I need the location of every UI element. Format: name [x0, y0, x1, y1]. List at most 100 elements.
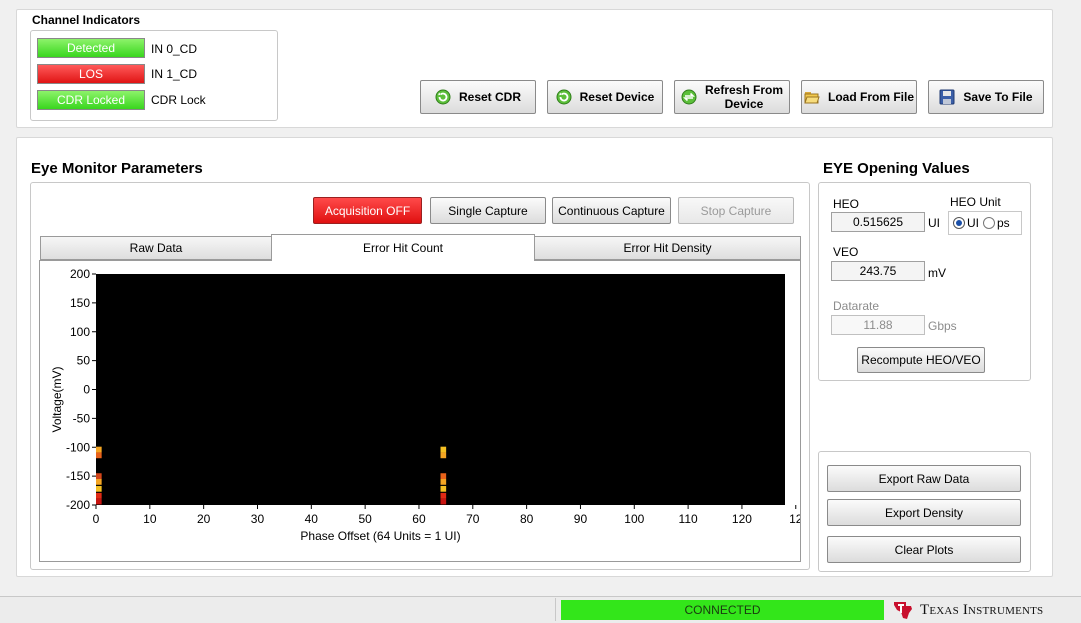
datarate-value-field[interactable]: 11.88 — [831, 315, 925, 335]
refresh-label-line2: Device — [724, 97, 764, 111]
x-tick-label: 10 — [143, 512, 157, 526]
export-raw-label: Export Raw Data — [878, 471, 970, 486]
heatmap-cell — [440, 473, 447, 480]
radio-ps-label: ps — [997, 216, 1010, 230]
y-tick-label: 100 — [70, 325, 90, 339]
heatmap-cell — [440, 498, 447, 505]
indicator-cdr-locked: CDR Locked — [37, 90, 145, 110]
y-tick-label: 200 — [70, 267, 90, 281]
recompute-heo-veo-button[interactable]: Recompute HEO/VEO — [857, 347, 985, 373]
indicator-label-in1: IN 1_CD — [151, 67, 198, 81]
indicator-label-in0: IN 0_CD — [151, 42, 198, 56]
radio-selected-icon — [953, 217, 965, 229]
plot-area — [96, 274, 785, 505]
heatmap-cell — [96, 452, 102, 459]
x-tick-label: 50 — [358, 512, 372, 526]
acquisition-toggle[interactable]: Acquisition OFF — [313, 197, 422, 224]
y-tick-label: -50 — [73, 411, 91, 425]
heatmap-cell — [440, 492, 447, 499]
indicator-detected: Detected — [37, 38, 145, 58]
tab-error-hit-count[interactable]: Error Hit Count — [271, 234, 535, 261]
heo-label: HEO — [833, 197, 860, 211]
error-hit-count-chart: 0 10 20 30 40 50 60 70 80 90 100 110 120 12 200 150 100 5… — [50, 267, 800, 543]
x-tick-label: 20 — [197, 512, 211, 526]
heo-unit-text: UI — [928, 216, 940, 230]
save-to-file-button[interactable]: Save To File — [928, 80, 1044, 114]
eye-monitor-title: Eye Monitor Parameters — [31, 160, 203, 177]
tab-raw-data-label: Raw Data — [129, 241, 183, 255]
indicator-los: LOS — [37, 64, 145, 84]
heo-unit-title: HEO Unit — [950, 195, 1001, 209]
folder-open-icon — [804, 92, 820, 104]
reset-cdr-label: Reset CDR — [458, 90, 521, 104]
continuous-capture-button[interactable]: Continuous Capture — [552, 197, 671, 224]
single-capture-button[interactable]: Single Capture — [430, 197, 546, 224]
y-tick-label: 150 — [70, 296, 90, 310]
heatmap-cell — [440, 452, 447, 459]
tab-error-hit-density-label: Error Hit Density — [623, 241, 712, 255]
x-axis-label: Phase Offset (64 Units = 1 UI) — [300, 529, 460, 543]
x-tick-label: 90 — [574, 512, 588, 526]
y-tick-label: 0 — [83, 383, 90, 397]
load-from-file-label: Load From File — [827, 90, 914, 104]
connection-status: CONNECTED — [561, 600, 884, 620]
clear-plots-button[interactable]: Clear Plots — [827, 536, 1021, 563]
heo-unit-radio-group: UI ps — [948, 211, 1022, 235]
x-tick-label: 100 — [624, 512, 644, 526]
ti-logo-text: Texas Instruments — [920, 601, 1044, 618]
export-raw-data-button[interactable]: Export Raw Data — [827, 465, 1021, 492]
channel-indicators-title: Channel Indicators — [32, 13, 141, 27]
datarate-unit-text: Gbps — [928, 319, 957, 333]
single-capture-label: Single Capture — [448, 203, 528, 218]
radio-ui[interactable]: UI — [953, 216, 979, 230]
tab-error-hit-density[interactable]: Error Hit Density — [534, 236, 801, 260]
heatmap-cell — [440, 446, 447, 453]
export-density-label: Export Density — [884, 505, 964, 520]
ti-logo: Texas Instruments — [892, 598, 1080, 622]
heatmap-cell — [96, 498, 102, 505]
eye-opening-title: EYE Opening Values — [823, 160, 970, 177]
stop-capture-label: Stop Capture — [700, 203, 772, 218]
x-tick-label: 60 — [412, 512, 426, 526]
channel-indicators-group: Detected IN 0_CD LOS IN 1_CD CDR Locked … — [30, 30, 278, 121]
export-density-button[interactable]: Export Density — [827, 499, 1021, 526]
tab-error-hit-count-label: Error Hit Count — [362, 241, 444, 255]
y-axis-label: Voltage(mV) — [50, 366, 64, 432]
reset-device-button[interactable]: Reset Device — [547, 80, 663, 114]
refresh-from-device-button[interactable]: Refresh From Device — [674, 80, 790, 114]
y-tick-label: 50 — [77, 354, 91, 368]
tab-raw-data[interactable]: Raw Data — [40, 236, 272, 260]
radio-ui-label: UI — [967, 216, 979, 230]
heatmap-cell — [96, 446, 102, 453]
heo-value-field[interactable]: 0.515625 — [831, 212, 925, 232]
refresh-icon — [556, 89, 572, 105]
refresh-icon — [435, 89, 451, 105]
floppy-disk-icon — [939, 89, 955, 105]
sync-icon — [681, 89, 697, 105]
reset-device-label: Reset Device — [579, 90, 655, 104]
y-tick-label: -200 — [66, 498, 90, 512]
refresh-label-line1: Refresh From — [704, 83, 784, 97]
indicator-label-cdr: CDR Lock — [151, 93, 206, 107]
continuous-capture-label: Continuous Capture — [558, 203, 665, 218]
veo-unit-text: mV — [928, 266, 946, 280]
x-tick-label: 120 — [732, 512, 752, 526]
veo-value-field[interactable]: 243.75 — [831, 261, 925, 281]
recompute-label: Recompute HEO/VEO — [861, 353, 981, 367]
acquisition-label: Acquisition OFF — [324, 203, 411, 218]
save-to-file-label: Save To File — [963, 90, 1033, 104]
heatmap-cell — [96, 492, 102, 499]
stop-capture-button[interactable]: Stop Capture — [678, 197, 794, 224]
load-from-file-button[interactable]: Load From File — [801, 80, 917, 114]
y-tick-label: -100 — [66, 440, 90, 454]
heatmap-cell — [96, 473, 102, 480]
radio-unselected-icon — [983, 217, 995, 229]
heatmap-cell — [96, 479, 102, 485]
datarate-label: Datarate — [833, 299, 880, 313]
clear-plots-label: Clear Plots — [894, 542, 954, 557]
x-tick-label: 0 — [93, 512, 100, 526]
y-tick-label: -150 — [66, 469, 90, 483]
heatmap-cell — [440, 479, 447, 485]
reset-cdr-button[interactable]: Reset CDR — [420, 80, 536, 114]
radio-ps[interactable]: ps — [983, 216, 1010, 230]
